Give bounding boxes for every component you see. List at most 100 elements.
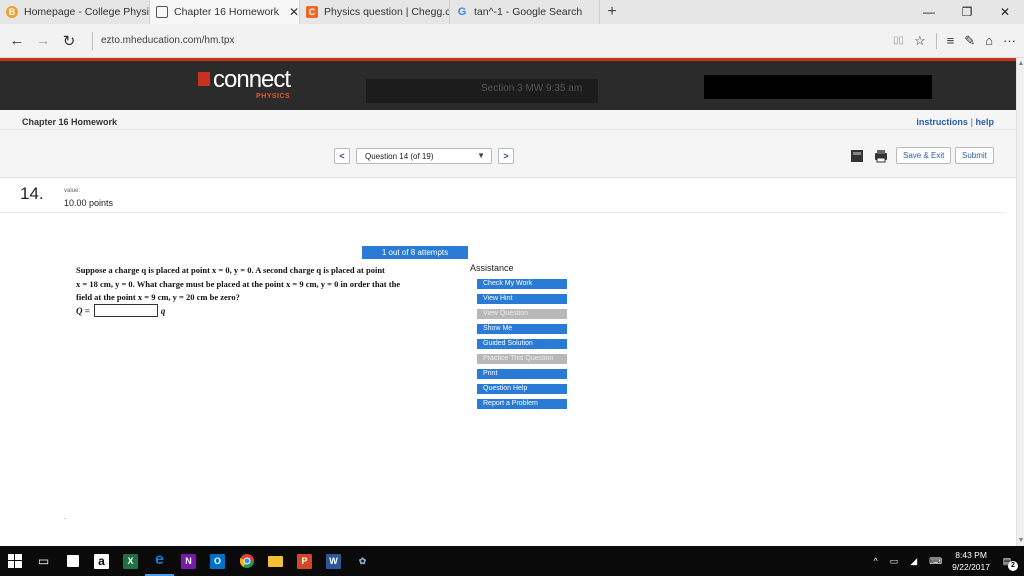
task-view-icon: ▭ <box>37 554 50 568</box>
connect-banner: connect PHYSICS Section 3 MW 9:35 am <box>0 58 1016 110</box>
url-divider <box>92 31 93 50</box>
file-explorer-button[interactable] <box>261 546 290 576</box>
restore-icon[interactable]: ❐ <box>948 0 986 24</box>
tab-google-search[interactable]: G tan^-1 - Google Search <box>450 0 600 24</box>
print-button[interactable]: Print <box>477 369 567 379</box>
close-window-icon[interactable]: ✕ <box>986 0 1024 24</box>
address-bar: ← → ↻ ezto.mheducation.com/hm.tpx ▯▯ ☆ ≡… <box>0 24 1024 58</box>
show-hidden-icons-icon[interactable]: ^ <box>874 556 878 566</box>
assignment-title: Chapter 16 Homework <box>22 117 118 127</box>
url-field[interactable]: ezto.mheducation.com/hm.tpx <box>101 35 893 46</box>
onenote-button[interactable]: N <box>174 546 203 576</box>
start-button[interactable] <box>0 546 29 576</box>
calculator-icon[interactable] <box>850 149 864 163</box>
keyboard-icon[interactable]: ⌨ <box>929 556 942 567</box>
redacted-user-info <box>704 75 932 99</box>
amazon-icon: a <box>94 553 109 569</box>
toolbar-divider <box>935 32 937 49</box>
question-select-value: Question 14 (of 19) <box>365 152 434 161</box>
reading-view-icon[interactable]: ▯▯ <box>893 35 904 46</box>
powerpoint-icon: P <box>297 553 312 569</box>
view-question-button[interactable]: View Question <box>477 309 567 319</box>
back-arrow-icon[interactable]: ← <box>4 28 30 54</box>
share-icon[interactable]: ⌂ <box>985 33 993 48</box>
guided-solution-button[interactable]: Guided Solution <box>477 339 567 349</box>
folder-icon <box>268 555 283 567</box>
attempts-badge: 1 out of 8 attempts <box>362 246 468 259</box>
help-link[interactable]: help <box>975 117 994 127</box>
refresh-icon[interactable]: ↻ <box>56 28 82 54</box>
question-points: 10.00 points <box>64 198 114 208</box>
excel-icon: X <box>123 553 138 569</box>
question-text-line: field at the point x = 9 cm, y = 20 cm b… <box>76 292 240 302</box>
edge-button[interactable]: e <box>145 546 174 576</box>
tab-chapter-16-homework[interactable]: Chapter 16 Homework ✕ <box>150 0 300 24</box>
action-center-icon[interactable]: ▤ 2 <box>998 552 1018 571</box>
report-problem-button[interactable]: Report a Problem <box>477 399 567 409</box>
question-help-button[interactable]: Question Help <box>477 384 567 394</box>
answer-prefix: Q = <box>76 305 90 316</box>
show-me-button[interactable]: Show Me <box>477 324 567 334</box>
submit-button[interactable]: Submit <box>955 147 994 164</box>
task-view-button[interactable]: ▭ <box>29 546 58 576</box>
chrome-button[interactable] <box>232 546 261 576</box>
instructions-link[interactable]: instructions <box>916 117 968 127</box>
window-controls: — ❐ ✕ <box>910 0 1024 24</box>
hub-icon[interactable]: ≡ <box>947 33 955 48</box>
chevron-down-icon: ▼ <box>477 151 485 160</box>
store-button[interactable] <box>58 546 87 576</box>
tab-chegg[interactable]: C Physics question | Chegg.cc <box>300 0 450 24</box>
wifi-icon[interactable]: ◢ <box>910 556 917 567</box>
mcgraw-hill-logo-icon <box>198 72 210 86</box>
question-text-line: x = 18 cm, y = 0. What charge must be pl… <box>76 278 401 289</box>
logo-word: connect <box>213 66 291 93</box>
chrome-icon <box>239 554 254 568</box>
windows-taskbar: ▭ a X e N O P W ✿ ^ ▭ ◢ ⌨ 8:43 PM 9/22/2… <box>0 546 1024 576</box>
edge-icon: e <box>155 551 164 568</box>
prev-question-button[interactable]: < <box>334 148 350 164</box>
scroll-up-icon[interactable]: ▲ <box>1017 60 1024 67</box>
check-my-work-button[interactable]: Check My Work <box>477 279 567 289</box>
assignment-header: Chapter 16 Homework instructions | help <box>0 110 1016 130</box>
question-text-line: Suppose a charge q is placed at point x … <box>76 265 385 275</box>
question-navigation: < Question 14 (of 19) ▼ > Save & Exit Su… <box>0 130 1016 178</box>
more-icon[interactable]: ··· <box>1003 33 1016 48</box>
browser-toolbar: ▯▯ ☆ ≡ ✎ ⌂ ··· <box>893 32 1016 49</box>
web-note-icon[interactable]: ✎ <box>964 33 975 49</box>
battery-icon[interactable]: ▭ <box>890 556 899 567</box>
tab-label: Chapter 16 Homework <box>174 6 280 18</box>
forward-arrow-icon[interactable]: → <box>30 28 56 54</box>
save-exit-button[interactable]: Save & Exit <box>896 147 952 164</box>
next-question-button[interactable]: > <box>498 148 514 164</box>
excel-button[interactable]: X <box>116 546 145 576</box>
word-button[interactable]: W <box>319 546 348 576</box>
new-tab-button[interactable]: + <box>600 0 624 24</box>
other-app-button[interactable]: ✿ <box>348 546 377 576</box>
page-scrollbar[interactable]: ▲ ▼ <box>1016 58 1024 546</box>
favorite-star-icon[interactable]: ☆ <box>914 33 926 49</box>
assistance-title: Assistance <box>470 263 514 273</box>
amazon-button[interactable]: a <box>87 546 116 576</box>
clock-time: 8:43 PM <box>955 550 987 560</box>
practice-question-button[interactable]: Practice This Question <box>477 354 567 364</box>
question-number: 14. <box>20 184 44 203</box>
scroll-down-icon[interactable]: ▼ <box>1017 537 1024 544</box>
minimize-icon[interactable]: — <box>910 0 948 24</box>
logo-subject: PHYSICS <box>256 93 291 100</box>
connect-logo: connect PHYSICS <box>198 66 291 100</box>
answer-input[interactable] <box>93 304 158 317</box>
question-select[interactable]: Question 14 (of 19) ▼ <box>356 148 492 164</box>
powerpoint-button[interactable]: P <box>290 546 319 576</box>
browser-tab-bar: B Homepage - College Physic Chapter 16 H… <box>0 0 1024 24</box>
outlook-button[interactable]: O <box>203 546 232 576</box>
clock[interactable]: 8:43 PM 9/22/2017 <box>952 549 990 573</box>
close-tab-icon[interactable]: ✕ <box>289 5 299 19</box>
tab-label: tan^-1 - Google Search <box>474 6 583 18</box>
tab-homepage[interactable]: B Homepage - College Physic <box>0 0 150 24</box>
store-icon <box>66 555 79 567</box>
answer-row: Q = q <box>76 304 165 317</box>
print-icon[interactable] <box>874 149 888 163</box>
view-hint-button[interactable]: View Hint <box>477 294 567 304</box>
page-content: connect PHYSICS Section 3 MW 9:35 am Cha… <box>0 58 1016 546</box>
site-favicon-icon: B <box>6 6 18 18</box>
